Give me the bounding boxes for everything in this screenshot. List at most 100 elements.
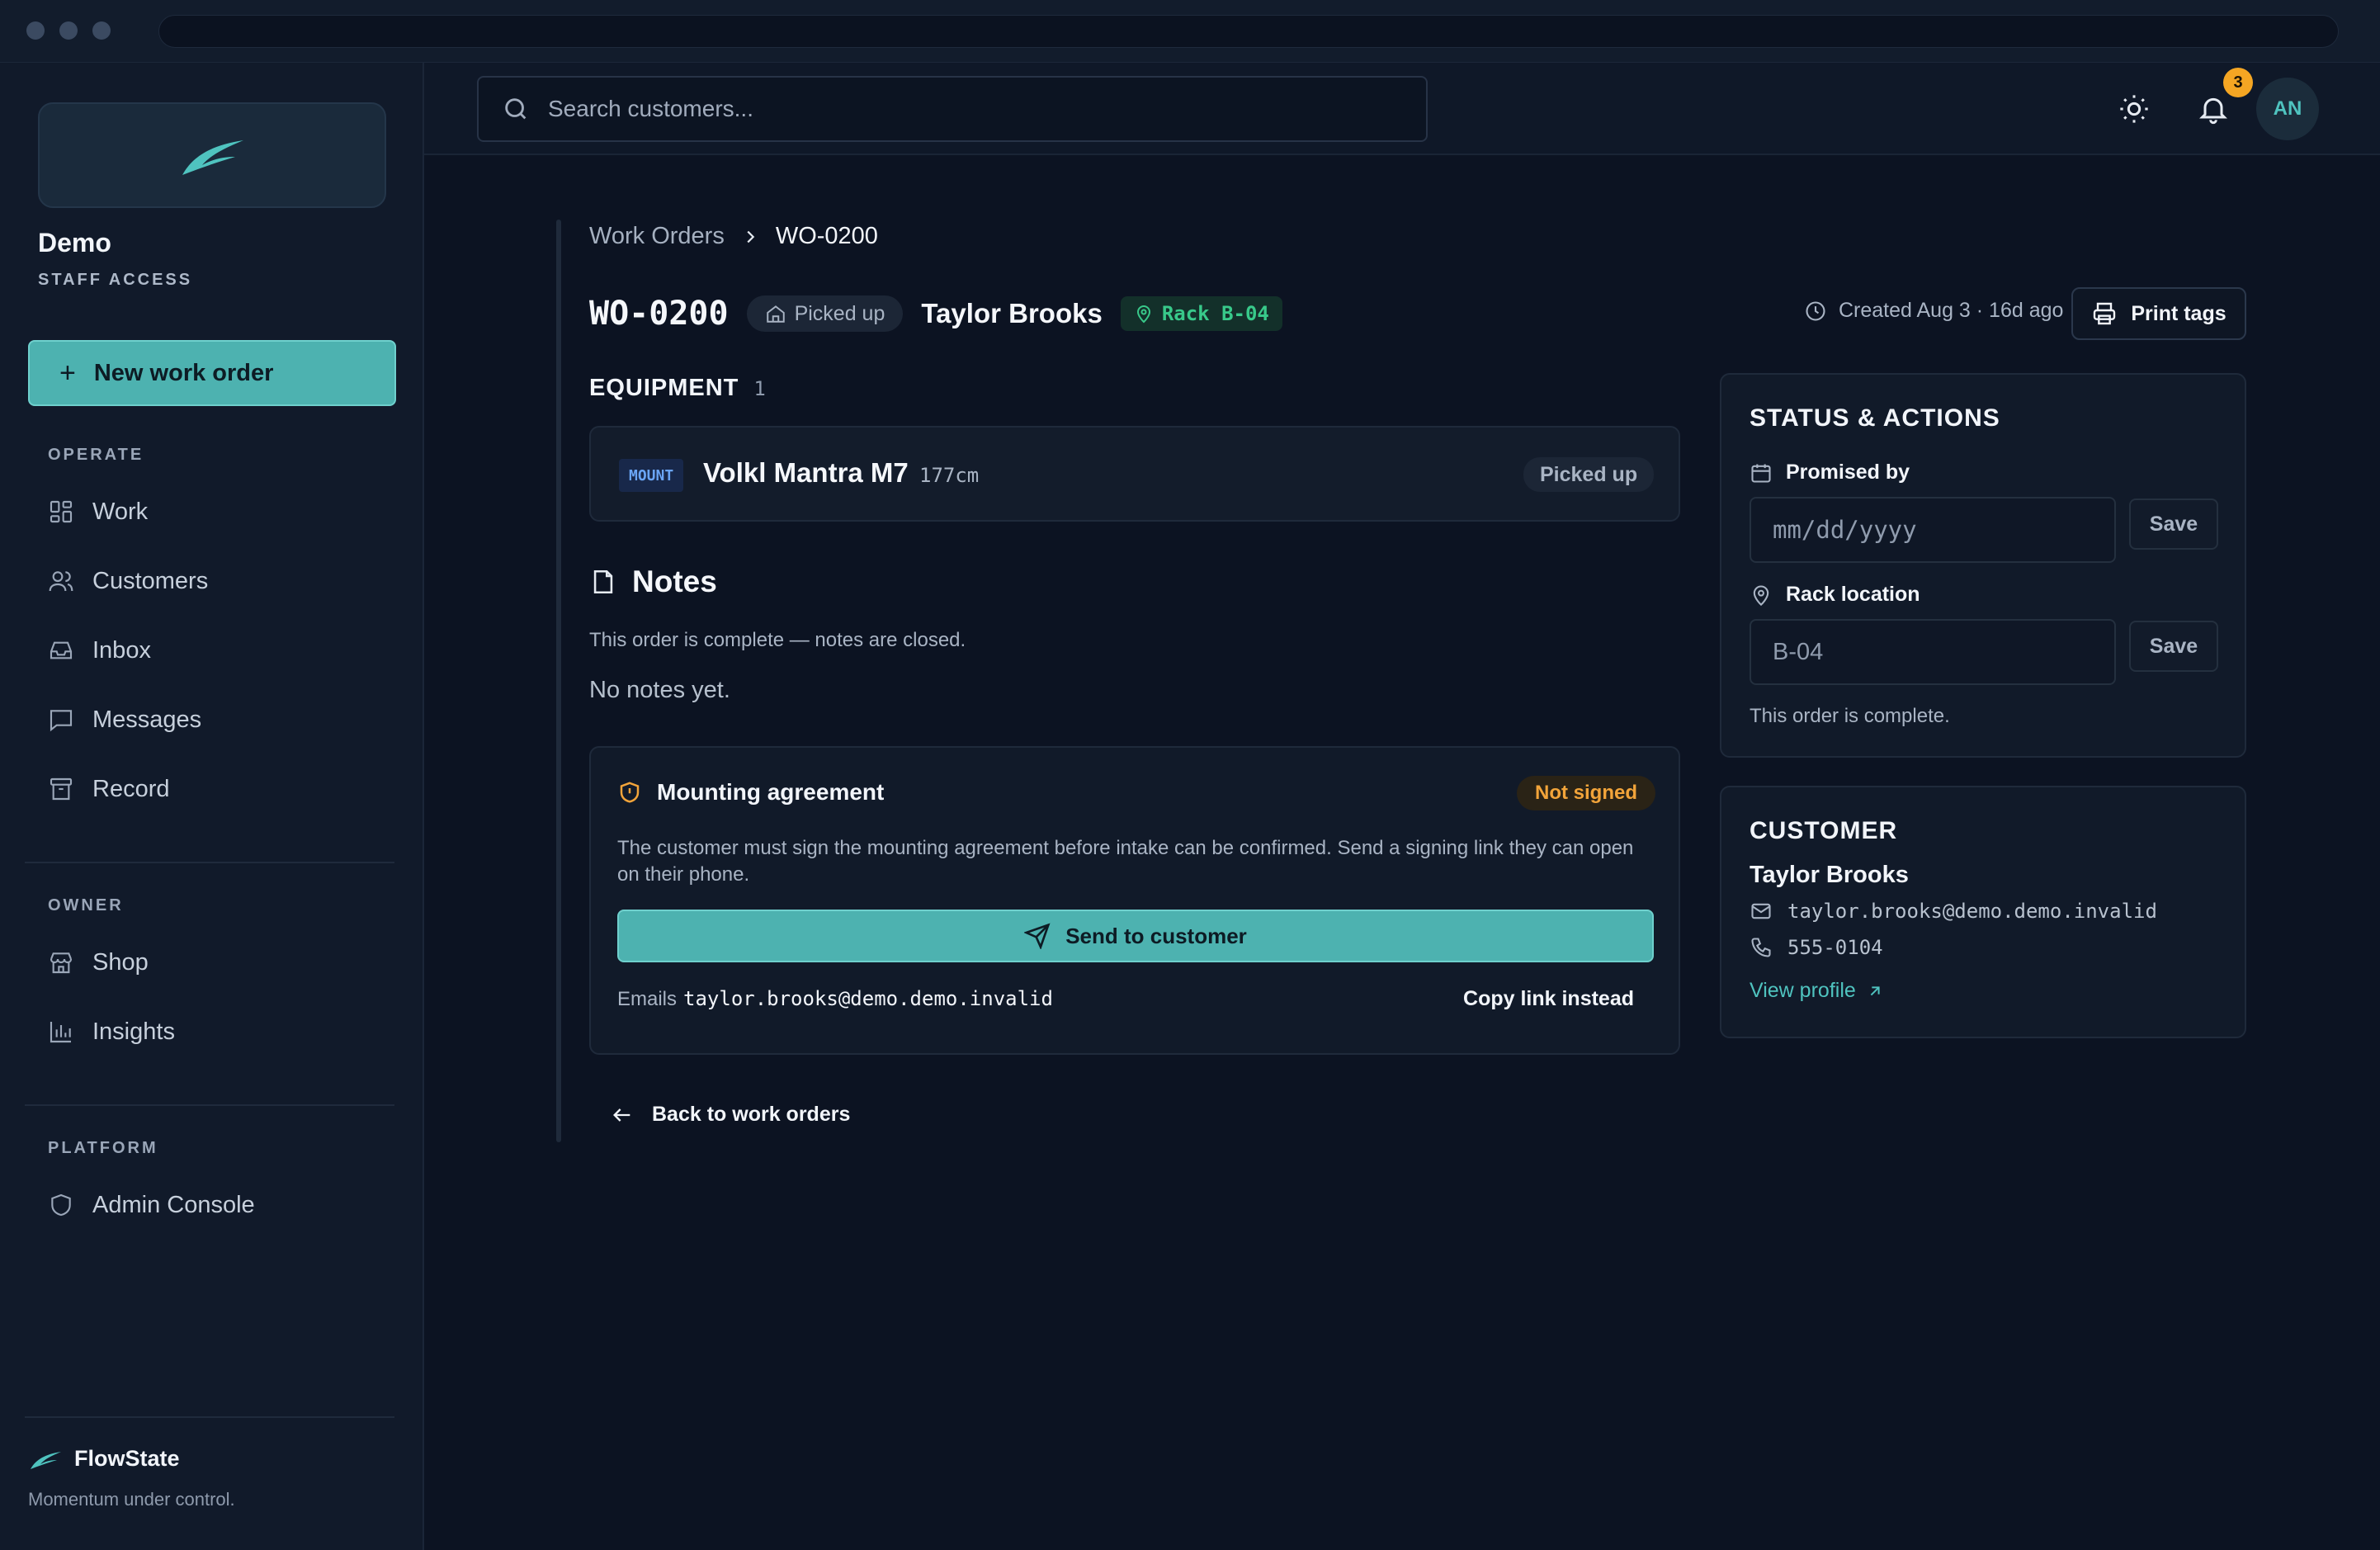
mount-tag: MOUNT [619,459,684,492]
footer-brand: FlowState [28,1446,180,1472]
sidebar-item-label: Customers [92,567,209,594]
external-link-icon [1870,985,1880,995]
new-work-order-button[interactable]: + New work order [28,340,396,406]
map-pin-icon [1136,305,1150,324]
rack-badge-text: Rack B-04 [1161,302,1269,325]
customer-name: Taylor Brooks [1750,862,1909,888]
sidebar-item-record[interactable]: Record [48,769,170,809]
agreement-email-line: Emails taylor.brooks@demo.demo.invalid [617,987,1053,1011]
promised-date-placeholder: mm/dd/yyyy [1773,516,1917,544]
mounting-agreement-card: Mounting agreement Not signed The custom… [589,746,1680,1055]
brand-logo-card[interactable] [38,102,386,208]
order-header: WO-0200 Picked up Taylor Brooks Rack B-0… [589,291,1282,337]
message-icon [50,710,73,732]
save-rack-location-button[interactable]: Save [2129,621,2218,672]
promised-by-label: Promised by [1750,461,1910,484]
sidebar-item-label: Admin Console [92,1191,255,1218]
created-timestamp: Created Aug 3 · 16d ago [1804,299,2063,323]
customer-email-row: taylor.brooks@demo.demo.invalid [1750,900,2157,923]
view-profile-link[interactable]: View profile [1750,979,1884,1003]
print-tags-button[interactable]: Print tags [2071,287,2246,340]
sidebar-item-admin-console[interactable]: Admin Console [48,1185,255,1225]
sidebar-item-shop[interactable]: Shop [48,943,149,982]
new-work-order-label: New work order [93,359,274,386]
clock-icon [1806,300,1825,321]
bar-chart-icon [50,1022,71,1043]
search-input[interactable] [548,96,1373,122]
emails-prefix: Emails [617,988,678,1010]
customer-email[interactable]: taylor.brooks@demo.demo.invalid [1787,900,2157,923]
order-customer-name: Taylor Brooks [921,298,1103,328]
theme-toggle-button[interactable] [2113,87,2156,130]
rack-location-text: Rack location [1786,583,1920,606]
notification-count-badge: 3 [2223,68,2253,97]
rack-location-input[interactable]: B-04 [1750,619,2116,685]
created-text: Created Aug 3 · 16d ago [1839,299,2064,322]
note-icon [593,569,613,594]
sidebar-item-messages[interactable]: Messages [48,700,201,740]
sidebar-item-customers[interactable]: Customers [48,561,208,601]
mail-icon [1751,903,1771,919]
send-to-customer-button[interactable]: Send to customer [617,910,1654,962]
order-id: WO-0200 [589,295,729,333]
agreement-title-text: Mounting agreement [657,779,885,805]
promised-by-text: Promised by [1786,461,1910,484]
shield-alert-icon [620,782,640,803]
window-close-dot[interactable] [26,21,45,40]
sidebar-item-insights[interactable]: Insights [48,1012,175,1051]
copy-link-button[interactable]: Copy link instead [1463,987,1634,1011]
notes-title: Notes [632,565,717,598]
archive-icon [50,777,73,801]
window-maximize-dot[interactable] [92,21,111,40]
back-to-work-orders-link[interactable]: Back to work orders [611,1103,850,1127]
sidebar-divider [25,1416,394,1418]
store-icon [50,952,73,974]
customer-phone-row: 555-0104 [1750,936,1883,959]
sidebar-item-label: Shop [92,948,149,976]
sidebar-item-work[interactable]: Work [48,492,148,532]
phone-icon [1751,938,1771,957]
flowstate-logo-icon [182,140,243,175]
rack-location-label: Rack location [1750,583,1920,607]
breadcrumb-current: WO-0200 [775,223,878,249]
equipment-item-card[interactable]: MOUNT Volkl Mantra M7 177cm Picked up [589,426,1680,522]
send-icon [1024,923,1051,949]
agreement-email: taylor.brooks@demo.demo.invalid [683,987,1053,1010]
print-tags-label: Print tags [2131,301,2227,325]
breadcrumb: Work Orders WO-0200 [589,223,878,250]
sidebar-divider [25,1104,394,1106]
sidebar-item-label: Record [92,775,170,802]
sidebar-divider [25,862,394,863]
notes-empty-text: No notes yet. [589,677,730,703]
org-name: Demo [38,228,111,258]
status-actions-panel: STATUS & ACTIONS Promised by mm/dd/yyyy … [1720,373,2246,758]
sidebar-item-label: Work [92,498,149,525]
flowstate-logo-icon [31,1451,61,1469]
customer-phone[interactable]: 555-0104 [1787,936,1883,959]
rack-badge: Rack B-04 [1120,296,1282,331]
rack-location-value: B-04 [1773,638,1824,665]
equipment-status-badge: Picked up [1523,457,1655,492]
section-label-operate: OPERATE [48,446,144,464]
window-minimize-dot[interactable] [59,21,78,40]
org-access-label: STAFF ACCESS [38,271,193,289]
promised-date-input[interactable]: mm/dd/yyyy [1750,497,2116,563]
notes-heading: Notes [589,565,717,599]
address-bar[interactable] [158,15,2339,48]
plus-icon: + [59,357,76,389]
order-status-text: Picked up [794,301,885,325]
equipment-count: 1 [753,377,766,400]
equipment-heading: EQUIPMENT 1 [589,375,766,402]
calendar-icon [1751,464,1771,483]
notes-closed-text: This order is complete — notes are close… [589,629,966,651]
top-bar: 3 AN [424,63,2380,155]
breadcrumb-work-orders-link[interactable]: Work Orders [589,223,725,250]
section-label-owner: OWNER [48,896,124,914]
search-box[interactable] [477,76,1428,142]
user-avatar[interactable]: AN [2256,78,2319,140]
sidebar-item-label: Messages [92,706,202,733]
sidebar-item-inbox[interactable]: Inbox [48,631,151,670]
agreement-title: Mounting agreement [617,779,884,806]
send-to-customer-label: Send to customer [1065,923,1247,948]
save-promised-date-button[interactable]: Save [2129,499,2218,550]
